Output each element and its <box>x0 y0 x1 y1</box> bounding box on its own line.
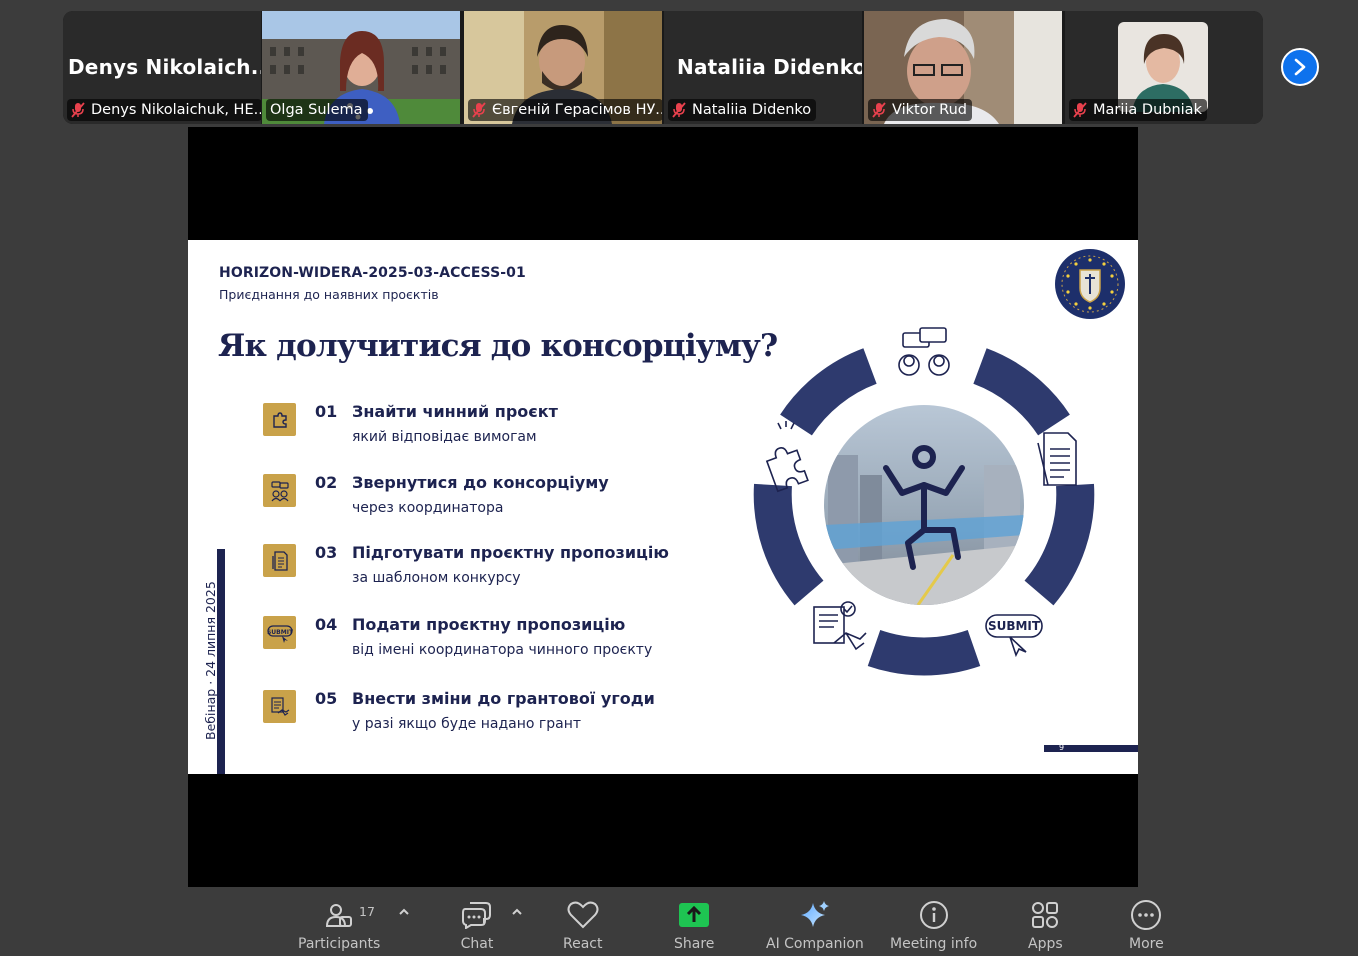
chat-icon <box>462 902 491 929</box>
participant-tile[interactable]: Євгеній Герасімов НУ... <box>464 11 662 124</box>
muted-mic-icon <box>672 102 686 118</box>
more-icon <box>1131 900 1162 930</box>
presentation-slide: HORIZON-WIDERA-2025-03-ACCESS-01 Приєдна… <box>188 240 1138 774</box>
participant-label-text: Viktor Rud <box>892 102 967 118</box>
muted-mic-icon <box>71 102 85 118</box>
participant-label: Olga Sulema <box>266 99 368 121</box>
step-number: 05 <box>315 689 338 708</box>
participants-icon <box>326 904 353 927</box>
people-chat-icon <box>263 474 296 507</box>
share-screen-icon <box>679 903 710 927</box>
step-description: за шаблоном конкурсу <box>352 570 521 586</box>
participant-tile[interactable]: Denys Nikolaich... Denys Nikolaichuk, HE… <box>63 11 261 124</box>
step-heading: Подати проєктну пропозицію <box>352 615 626 634</box>
page-number: 9 <box>1059 743 1065 752</box>
share-label: Share <box>674 936 715 952</box>
participant-label: Viktor Rud <box>868 99 972 121</box>
participants-label: Participants <box>298 936 381 952</box>
participant-tile[interactable]: Nataliia Didenko Nataliia Didenko <box>664 11 862 124</box>
apps-button[interactable]: Apps <box>1028 898 1063 952</box>
step-heading: Внести зміни до грантової угоди <box>352 689 655 708</box>
vertical-accent-bar <box>217 549 225 774</box>
participant-tile[interactable]: Viktor Rud <box>864 11 1062 124</box>
agreement-icon <box>263 690 296 723</box>
muted-mic-icon <box>472 102 486 118</box>
chat-button[interactable]: Chat <box>460 898 494 952</box>
process-wheel-graphic: SUBMIT <box>753 327 1095 676</box>
participants-options-caret-icon[interactable] <box>398 907 410 917</box>
step-number: 03 <box>315 543 338 562</box>
step-description: у разі якщо буде надано грант <box>352 716 582 732</box>
step-number: 01 <box>315 402 338 421</box>
slide-title: Як долучитися до консорціуму? <box>218 328 778 364</box>
puzzle-icon <box>263 403 296 436</box>
more-button[interactable]: More <box>1129 898 1164 952</box>
participant-tile-active[interactable]: Olga Sulema <box>262 11 460 124</box>
share-button[interactable]: Share <box>674 898 714 952</box>
participant-strip: Denys Nikolaich... Denys Nikolaichuk, HE… <box>63 11 1263 124</box>
ai-companion-button[interactable]: AI Companion <box>766 898 864 952</box>
sparkle-icon <box>800 901 829 927</box>
muted-mic-icon <box>872 102 886 118</box>
submit-label: SUBMIT <box>988 619 1041 633</box>
more-label: More <box>1129 936 1164 952</box>
react-label: React <box>563 936 603 952</box>
participant-tile[interactable]: Mariia Dubniak <box>1065 11 1263 124</box>
step-heading: Підготувати проєктну пропозицію <box>352 543 669 562</box>
chat-options-caret-icon[interactable] <box>511 907 523 917</box>
react-button[interactable]: React <box>563 898 602 952</box>
chevron-right-icon <box>1294 58 1306 76</box>
participant-label-text: Olga Sulema <box>270 102 363 118</box>
next-participants-button[interactable] <box>1281 48 1319 86</box>
document-icon <box>263 544 296 577</box>
step-heading: Звернутися до консорціуму <box>352 473 609 492</box>
participants-count: 17 <box>359 904 375 919</box>
participant-label-text: Євгеній Герасімов НУ... <box>492 102 662 118</box>
step-description: який відповідає вимогам <box>352 429 537 445</box>
participant-label: Nataliia Didenko <box>668 99 817 121</box>
muted-mic-icon <box>1073 102 1087 118</box>
step-description: через координатора <box>352 500 504 516</box>
emblem-logo <box>1055 249 1125 319</box>
slide-subtitle: Приєднання до наявних проєктів <box>219 287 439 302</box>
chat-label: Chat <box>460 936 494 952</box>
participant-label-text: Nataliia Didenko <box>692 102 812 118</box>
step-heading: Знайти чинний проєкт <box>352 402 558 421</box>
participant-name-large: Denys Nikolaich... <box>68 55 261 79</box>
step-number: 04 <box>315 615 338 634</box>
heart-icon <box>567 901 599 929</box>
meeting-info-label: Meeting info <box>890 936 978 952</box>
submit-icon: SUBMIT <box>263 616 296 649</box>
shared-screen: HORIZON-WIDERA-2025-03-ACCESS-01 Приєдна… <box>188 127 1138 887</box>
slide-call-code: HORIZON-WIDERA-2025-03-ACCESS-01 <box>219 265 526 281</box>
info-icon <box>919 901 948 929</box>
step-description: від імені координатора чинного проєкту <box>352 642 653 658</box>
apps-icon <box>1032 902 1059 928</box>
webinar-date: Вебінар · 24 липня 2025 <box>203 581 218 740</box>
apps-label: Apps <box>1028 936 1063 952</box>
ai-companion-label: AI Companion <box>766 936 864 952</box>
submit-icon-text: SUBMIT <box>267 629 293 636</box>
participant-label: Євгеній Герасімов НУ... <box>468 99 662 121</box>
step-number: 02 <box>315 473 338 492</box>
participant-name-large: Nataliia Didenko <box>677 55 862 79</box>
participant-label-text: Denys Nikolaichuk, HE... <box>91 102 261 118</box>
participant-label: Mariia Dubniak <box>1069 99 1207 121</box>
participant-label: Denys Nikolaichuk, HE... <box>67 99 261 121</box>
participant-label-text: Mariia Dubniak <box>1093 102 1202 118</box>
meeting-info-button[interactable]: Meeting info <box>890 898 977 952</box>
